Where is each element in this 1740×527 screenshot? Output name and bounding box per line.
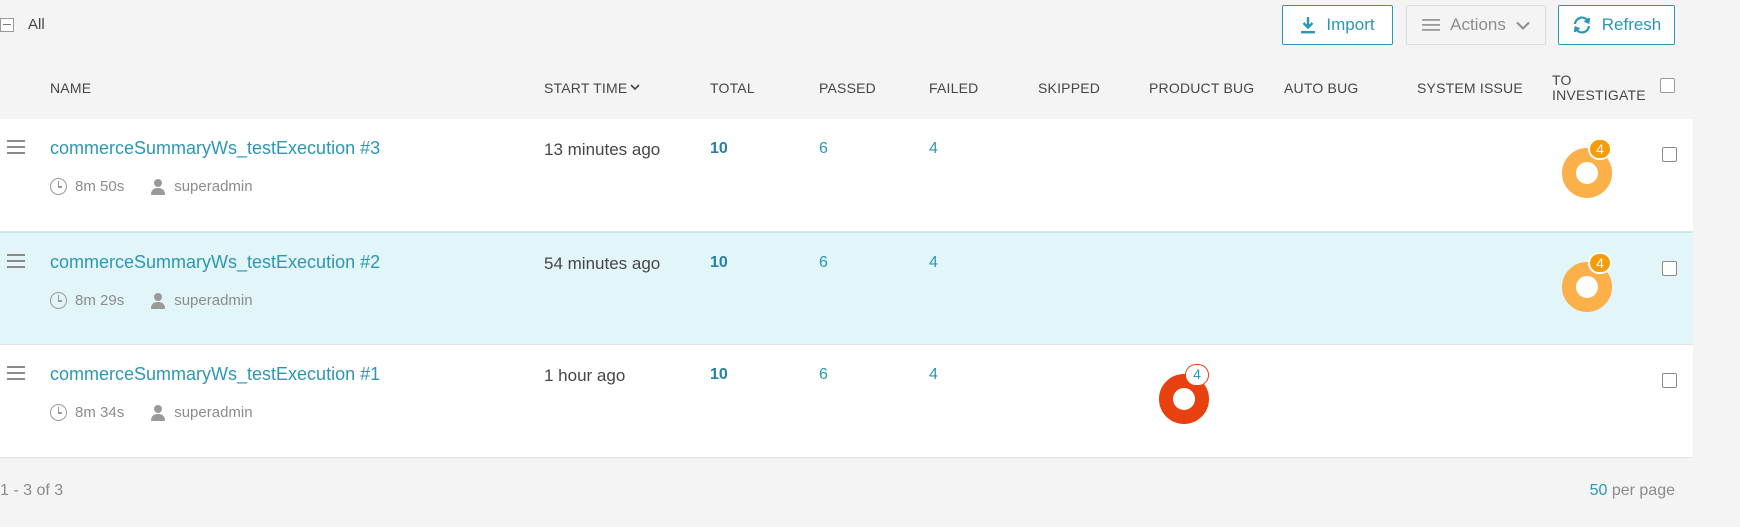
per-page-label: per page [1611,482,1675,499]
column-header-to-investigate[interactable]: TO INVESTIGATE [1552,73,1662,103]
clock-icon [50,404,67,421]
owner-name: superadmin [174,292,253,309]
sort-chevron-icon [630,84,641,91]
product-bug-donut[interactable]: 4 [1159,364,1219,424]
refresh-button[interactable]: Refresh [1558,5,1675,45]
user-icon [150,178,166,195]
failed-count[interactable]: 4 [929,366,938,384]
passed-count[interactable]: 6 [819,366,828,384]
refresh-label: Refresh [1601,15,1662,34]
clock-icon [50,292,67,309]
table-row: commerceSummaryWs_testExecution #1 8m 34… [0,345,1693,458]
column-header-total[interactable]: TOTAL [710,80,755,96]
per-page-value[interactable]: 50 [1590,482,1608,499]
launch-meta: 8m 34s superadmin [50,404,253,421]
owner: superadmin [150,292,253,309]
column-header-passed[interactable]: PASSED [819,80,876,96]
column-header-start-time[interactable]: START TIME [544,80,641,96]
passed-count[interactable]: 6 [819,140,828,158]
select-all-checkbox[interactable] [0,18,14,32]
launch-meta: 8m 29s superadmin [50,292,253,309]
start-time: 54 minutes ago [544,254,661,273]
toolbar: All Import Actions Refresh [0,0,1740,56]
owner-name: superadmin [174,178,253,195]
start-time-label: START TIME [544,80,628,96]
select-all-label: All [28,16,45,33]
start-time: 13 minutes ago [544,140,661,159]
product-bug-badge: 4 [1185,364,1209,386]
row-checkbox[interactable] [1662,261,1677,276]
per-page-selector: 50 per page [1590,482,1675,500]
launch-meta: 8m 50s superadmin [50,178,253,195]
duration: 8m 34s [75,404,125,421]
column-header-auto-bug[interactable]: AUTO BUG [1284,80,1358,96]
table-header: NAME START TIME TOTAL PASSED FAILED SKIP… [0,56,1693,119]
refresh-icon [1573,16,1590,34]
owner: superadmin [150,178,253,195]
column-header-product-bug[interactable]: PRODUCT BUG [1149,80,1254,96]
launch-name-link[interactable]: commerceSummaryWs_testExecution #1 [50,364,380,385]
launch-name-link[interactable]: commerceSummaryWs_testExecution #3 [50,138,380,159]
drag-handle-icon[interactable] [7,254,25,272]
import-button[interactable]: Import [1282,5,1393,45]
column-header-failed[interactable]: FAILED [929,80,978,96]
failed-count[interactable]: 4 [929,254,938,272]
to-investigate-donut[interactable]: 4 [1562,138,1622,198]
owner-name: superadmin [174,404,253,421]
column-header-skipped[interactable]: SKIPPED [1038,80,1100,96]
start-time: 1 hour ago [544,366,626,385]
header-checkbox[interactable] [1660,78,1675,93]
clock-icon [50,178,67,195]
row-checkbox[interactable] [1662,373,1677,388]
column-header-system-issue[interactable]: SYSTEM ISSUE [1417,80,1523,96]
user-icon [150,404,166,421]
to-investigate-badge: 4 [1588,252,1612,274]
owner: superadmin [150,404,253,421]
table-row: commerceSummaryWs_testExecution #3 8m 50… [0,119,1693,232]
drag-handle-icon[interactable] [7,366,25,384]
column-header-name[interactable]: NAME [50,80,91,96]
to-investigate-badge: 4 [1588,138,1612,160]
actions-dropdown[interactable]: Actions [1406,5,1546,45]
launches-table: commerceSummaryWs_testExecution #3 8m 50… [0,119,1693,458]
import-label: Import [1326,15,1375,34]
passed-count[interactable]: 6 [819,254,828,272]
table-row: commerceSummaryWs_testExecution #2 8m 29… [0,232,1693,345]
download-icon [1301,17,1316,34]
total-count[interactable]: 10 [710,254,728,272]
failed-count[interactable]: 4 [929,140,938,158]
menu-lines-icon [1422,19,1441,31]
duration: 8m 29s [75,292,125,309]
actions-label: Actions [1450,15,1506,34]
pagination-footer: 1 - 3 of 3 50 per page [0,472,1693,512]
total-count[interactable]: 10 [710,366,728,384]
to-investigate-donut[interactable]: 4 [1562,252,1622,312]
chevron-down-icon [1516,21,1530,30]
item-count: 1 - 3 of 3 [0,482,64,499]
row-checkbox[interactable] [1662,147,1677,162]
launch-name-link[interactable]: commerceSummaryWs_testExecution #2 [50,252,380,273]
duration: 8m 50s [75,178,125,195]
drag-handle-icon[interactable] [7,140,25,158]
user-icon [150,292,166,309]
total-count[interactable]: 10 [710,140,728,158]
